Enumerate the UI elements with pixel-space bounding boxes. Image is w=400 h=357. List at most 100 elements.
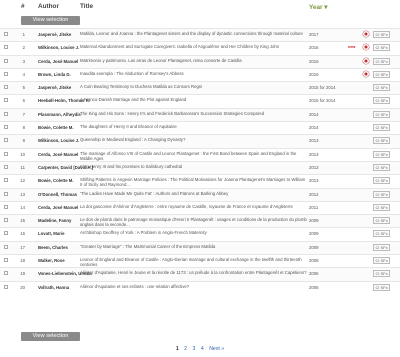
view-selection-button-top[interactable]: View selection xyxy=(21,16,80,25)
column-number-header: # xyxy=(21,3,25,10)
row-title[interactable]: A Franco-Danish Marriage and the Plot ag… xyxy=(80,97,308,102)
ci-sfx-button[interactable]: CI SFx xyxy=(373,163,391,171)
row-title[interactable]: Maternal Abandonment and Surrogate Careg… xyxy=(80,44,308,49)
ci-sfx-button[interactable]: CI SFx xyxy=(373,257,391,265)
ci-sfx-button[interactable]: CI SFx xyxy=(373,70,391,78)
row-author[interactable]: Brown, Linda D. xyxy=(38,72,71,77)
row-number: 8 xyxy=(22,125,25,131)
row-title[interactable]: The marriage of Alfonso VIII of Castile … xyxy=(80,151,308,161)
row-checkbox[interactable] xyxy=(4,45,8,50)
row-title[interactable]: "Greater by Marriage" : The Matrimonial … xyxy=(80,244,308,249)
table-row: 11 Carpenter, David [David A.] King Henry … xyxy=(0,160,400,175)
row-checkbox[interactable] xyxy=(4,32,8,36)
row-year: 2013 xyxy=(309,178,319,184)
row-checkbox[interactable] xyxy=(4,191,8,196)
row-author[interactable]: Walker, Rose xyxy=(38,258,65,263)
page-4-link[interactable]: 4 xyxy=(201,346,204,352)
ci-sfx-button[interactable]: CI SFx xyxy=(373,217,391,225)
row-checkbox[interactable] xyxy=(4,271,8,276)
ci-sfx-button[interactable]: CI SFx xyxy=(373,150,391,158)
row-title[interactable]: The King and His Sons : Henry II's and F… xyxy=(80,111,308,116)
ci-sfx-button[interactable]: CI SFx xyxy=(373,137,391,145)
fulltext-icon[interactable] xyxy=(363,44,369,51)
row-title[interactable]: Leonor of England and Eleanor of Castile… xyxy=(80,257,308,267)
row-title[interactable]: Inaudita exempla : The Abduction of Roms… xyxy=(80,71,308,76)
row-checkbox[interactable] xyxy=(4,138,8,143)
table-row: 14 Cerda, José Manuel La dot gasconne d'Al… xyxy=(0,200,400,214)
ci-sfx-button[interactable]: CI SFx xyxy=(373,124,391,132)
row-title[interactable]: 'The Ladies Have Made Me Quite Fat' : Au… xyxy=(80,191,308,196)
row-author[interactable]: Jaspersé, Jitske xyxy=(38,85,71,90)
ci-sfx-button[interactable]: CI SFx xyxy=(373,230,391,238)
ci-sfx-button[interactable]: CI SFx xyxy=(373,84,391,92)
row-title[interactable]: La dot gasconne d'Aliénor d'Angleterre :… xyxy=(80,204,308,209)
ci-sfx-button[interactable]: CI SFx xyxy=(373,243,391,251)
row-checkbox[interactable] xyxy=(4,244,8,249)
row-title[interactable]: Matilda, Leonor and Joanna : the Plantag… xyxy=(80,31,308,36)
fulltext-icon[interactable] xyxy=(363,70,369,77)
ci-sfx-button[interactable]: CI SFx xyxy=(373,31,391,38)
ci-sfx-button[interactable]: CI SFx xyxy=(373,283,391,291)
row-author[interactable]: Plassmann, Alheydis xyxy=(38,112,81,117)
ci-sfx-button[interactable]: CI SFx xyxy=(373,177,391,185)
row-checkbox[interactable] xyxy=(4,125,8,130)
row-author[interactable]: Cerda, José Manuel xyxy=(38,152,78,157)
row-checkbox[interactable] xyxy=(4,178,8,183)
row-title[interactable]: The daughters of Henry II and Eleanor of… xyxy=(80,124,308,129)
table-row: 1 Jaspersé, Jitske Matilda, Leonor and Joa… xyxy=(0,28,400,42)
column-title-header[interactable]: Title xyxy=(80,3,93,10)
row-checkbox[interactable] xyxy=(4,204,8,209)
row-checkbox[interactable] xyxy=(4,258,8,263)
row-title[interactable]: Aliénor d'Aquitaine, Henri le Jeune et l… xyxy=(80,270,308,275)
ci-sfx-button[interactable]: CI SFx xyxy=(373,110,391,118)
row-title[interactable]: Archbishop Geoffrey of York : A Problem … xyxy=(80,230,308,235)
row-checkbox[interactable] xyxy=(4,58,8,63)
table-row: 16 Lovatt, Marie Archbishop Geoffrey of Yo… xyxy=(0,227,400,240)
row-author[interactable]: Vollrath, Hanna xyxy=(38,285,69,290)
column-author-header[interactable]: Author xyxy=(38,3,59,10)
ci-sfx-button[interactable]: CI SFx xyxy=(373,57,391,65)
row-title[interactable]: Shifting Patterns in Angevin Marriage Po… xyxy=(80,177,308,187)
ci-sfx-button[interactable]: CI SFx xyxy=(373,97,391,105)
row-title[interactable]: Le don de plomb dans le patronage monast… xyxy=(80,217,308,227)
row-title[interactable]: King Henry III and his promises to Salis… xyxy=(80,164,308,169)
row-author[interactable]: Cerda, José Manuel xyxy=(38,205,78,210)
row-checkbox[interactable] xyxy=(4,231,8,236)
row-author[interactable]: Beem, Charles xyxy=(38,245,68,250)
row-checkbox[interactable] xyxy=(4,71,8,76)
table-row: 5 Jaspersé, Jitske A Coin Bearing Testimon… xyxy=(0,81,400,95)
row-checkbox[interactable] xyxy=(4,218,8,223)
row-author[interactable]: Wilkinson, Louise J. xyxy=(38,138,79,143)
ci-sfx-button[interactable]: CI SFx xyxy=(373,190,391,198)
row-checkbox[interactable] xyxy=(4,85,8,90)
ci-sfx-button[interactable]: CI SFx xyxy=(373,270,391,278)
row-author[interactable]: Madeline, Fanny xyxy=(38,218,71,223)
table-row: 9 Wilkinson, Louise J. Queenship in Mediev… xyxy=(0,134,400,148)
view-selection-button-bottom[interactable]: View selection xyxy=(21,332,80,341)
page-2-link[interactable]: 2 xyxy=(184,346,187,352)
row-author[interactable]: O'Donnell, Thomas xyxy=(38,192,77,197)
row-author[interactable]: Lovatt, Marie xyxy=(38,231,65,236)
row-author[interactable]: Bowie, Colette M. xyxy=(38,125,74,130)
ci-sfx-button[interactable]: CI SFx xyxy=(373,44,391,52)
page-1-link[interactable]: 1 xyxy=(176,346,179,352)
row-title[interactable]: A Coin Bearing Testimony to Duchess Mati… xyxy=(80,84,308,89)
column-year-header[interactable]: Year ▾ xyxy=(309,3,328,11)
row-title[interactable]: Aliénor d'Aquitaine et ses enfants : une… xyxy=(80,284,308,289)
fulltext-icon[interactable] xyxy=(363,57,369,64)
row-checkbox[interactable] xyxy=(4,164,8,169)
row-title[interactable]: Queenship in Medieval England : A Changi… xyxy=(80,137,308,142)
row-author[interactable]: Jaspersé, Jitske xyxy=(38,32,71,37)
row-checkbox[interactable] xyxy=(4,111,8,116)
page-3-link[interactable]: 3 xyxy=(193,346,196,352)
next-page-link[interactable]: Next » xyxy=(209,346,224,352)
row-author[interactable]: Wilkinson, Louise J. xyxy=(38,45,79,50)
row-author[interactable]: Cerda, José Manuel xyxy=(38,59,78,64)
row-title[interactable]: Matrimonio y patrimonio. Las arras de Le… xyxy=(80,58,308,63)
fulltext-icon[interactable] xyxy=(363,31,369,37)
row-checkbox[interactable] xyxy=(4,98,8,103)
row-author[interactable]: Bowie, Colette M. xyxy=(38,178,74,183)
ci-sfx-button[interactable]: CI SFx xyxy=(373,203,391,211)
row-checkbox[interactable] xyxy=(4,284,8,289)
row-checkbox[interactable] xyxy=(4,151,8,156)
